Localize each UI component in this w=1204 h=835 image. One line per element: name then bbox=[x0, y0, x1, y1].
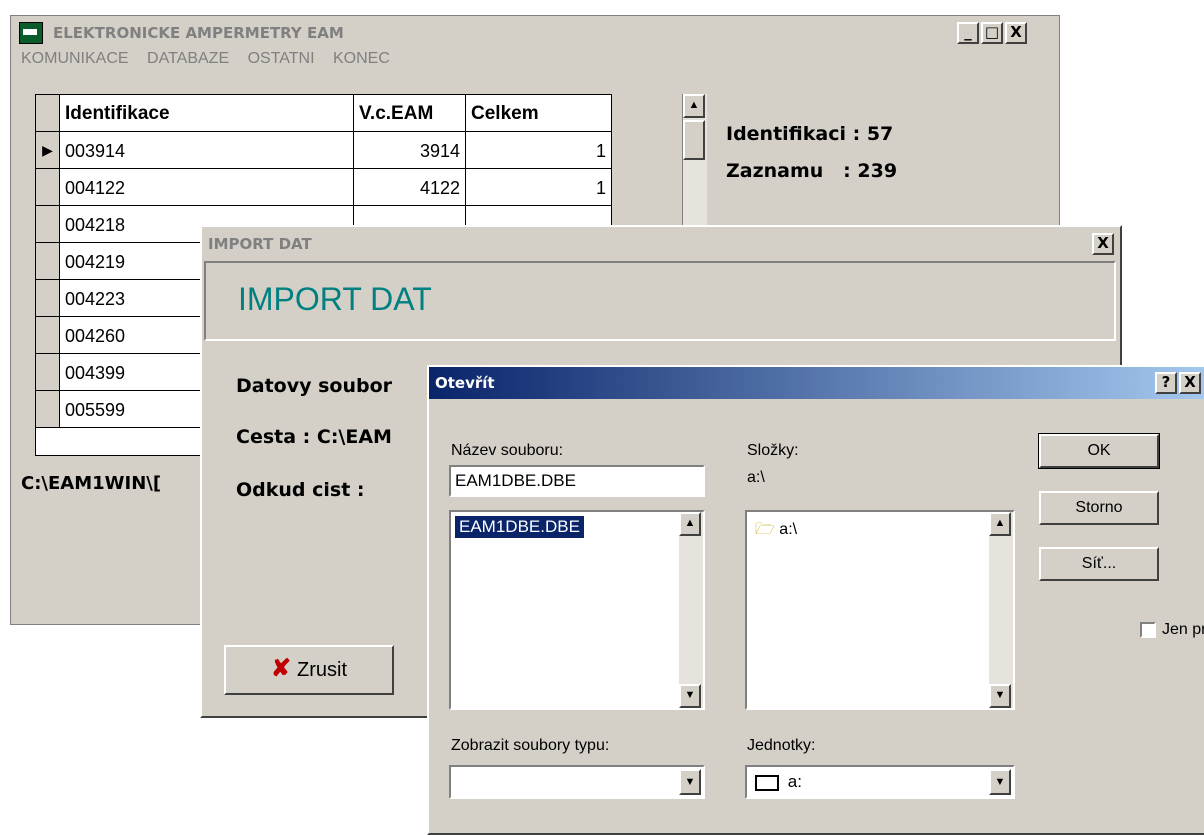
chevron-down-icon[interactable]: ▼ bbox=[679, 769, 701, 795]
cell-identifikace[interactable]: 004122 bbox=[60, 169, 354, 205]
row-indicator bbox=[36, 206, 60, 242]
x-icon: ✘ bbox=[270, 655, 292, 682]
file-type-label: Zobrazit soubory typu: bbox=[451, 737, 610, 754]
grid-header-row: Identifikace V.c.EAM Celkem bbox=[36, 95, 611, 132]
scroll-up-arrow-icon[interactable]: ▲ bbox=[683, 94, 705, 118]
ok-button[interactable]: OK bbox=[1038, 433, 1160, 469]
column-header-vc-eam[interactable]: V.c.EAM bbox=[354, 95, 466, 131]
cell-vc-eam[interactable]: 3914 bbox=[354, 132, 466, 168]
menu-ostatni[interactable]: OSTATNI bbox=[248, 50, 315, 67]
drive-select[interactable]: a: ▼ bbox=[745, 765, 1015, 799]
row-indicator bbox=[36, 280, 60, 316]
row-indicator bbox=[36, 243, 60, 279]
readonly-checkbox[interactable] bbox=[1140, 622, 1156, 638]
file-name-input[interactable]: EAM1DBE.DBE bbox=[449, 465, 705, 497]
folder-list-item[interactable]: 🗁 a:\ bbox=[755, 518, 797, 545]
storno-button[interactable]: Storno bbox=[1039, 491, 1159, 525]
floppy-drive-icon bbox=[755, 774, 779, 791]
open-dialog-title: Otevřít bbox=[435, 374, 495, 392]
cell-celkem[interactable]: 1 bbox=[466, 169, 611, 205]
main-title-bar[interactable]: ELEKTRONICKE AMPERMETRY EAM _ □ X bbox=[11, 16, 1059, 48]
scroll-thumb[interactable] bbox=[683, 120, 705, 160]
menu-konec[interactable]: KONEC bbox=[333, 50, 390, 67]
readonly-label[interactable]: Jen pro čtení bbox=[1162, 621, 1204, 639]
help-button[interactable]: ? bbox=[1155, 372, 1177, 394]
import-dialog-title: IMPORT DAT bbox=[208, 235, 312, 253]
menu-databaze[interactable]: DATABAZE bbox=[147, 50, 229, 67]
source-label: Odkud cist : bbox=[236, 479, 365, 501]
open-file-dialog: Otevřít ? X Název souboru: EAM1DBE.DBE E… bbox=[427, 365, 1204, 835]
scroll-up-arrow-icon[interactable]: ▲ bbox=[679, 512, 701, 536]
drive-value: a: bbox=[787, 772, 802, 791]
scroll-down-arrow-icon[interactable]: ▼ bbox=[679, 684, 701, 708]
cell-celkem[interactable]: 1 bbox=[466, 132, 611, 168]
cell-identifikace[interactable]: 003914 bbox=[60, 132, 354, 168]
cell-vc-eam[interactable]: 4122 bbox=[354, 169, 466, 205]
file-list-scrollbar[interactable]: ▲ ▼ bbox=[679, 512, 703, 708]
current-row-indicator-icon: ▶ bbox=[36, 132, 60, 168]
row-indicator bbox=[36, 317, 60, 353]
row-indicator bbox=[36, 95, 60, 131]
scroll-down-arrow-icon[interactable]: ▼ bbox=[989, 684, 1011, 708]
menu-bar: KOMUNIKACE DATABAZE OSTATNI KONEC bbox=[21, 50, 404, 68]
table-row[interactable]: ▶ 003914 3914 1 bbox=[36, 132, 611, 169]
identification-count: Identifikaci : 57 bbox=[726, 123, 894, 145]
close-button[interactable]: X bbox=[1005, 22, 1027, 44]
import-heading: IMPORT DAT bbox=[238, 281, 432, 317]
file-name-label: Název souboru: bbox=[451, 442, 564, 459]
import-title-bar[interactable]: IMPORT DAT X bbox=[202, 227, 1120, 259]
column-header-identifikace[interactable]: Identifikace bbox=[60, 95, 354, 131]
minimize-button[interactable]: _ bbox=[957, 22, 979, 44]
zrusit-button[interactable]: ✘ Zrusit bbox=[224, 645, 394, 695]
menu-komunikace[interactable]: KOMUNIKACE bbox=[21, 50, 129, 67]
open-title-bar[interactable]: Otevřít ? X bbox=[429, 367, 1204, 399]
drives-label: Jednotky: bbox=[747, 737, 816, 754]
folder-item-label: a:\ bbox=[779, 521, 798, 538]
import-heading-panel: IMPORT DAT bbox=[204, 261, 1116, 341]
current-folder-path: a:\ bbox=[747, 469, 765, 486]
row-indicator bbox=[36, 169, 60, 205]
chevron-down-icon[interactable]: ▼ bbox=[989, 769, 1011, 795]
file-list-item[interactable]: EAM1DBE.DBE bbox=[455, 516, 584, 538]
network-button[interactable]: Síť... bbox=[1039, 547, 1159, 581]
import-close-button[interactable]: X bbox=[1092, 233, 1114, 255]
scroll-up-arrow-icon[interactable]: ▲ bbox=[989, 512, 1011, 536]
open-close-button[interactable]: X bbox=[1179, 372, 1201, 394]
file-list[interactable]: EAM1DBE.DBE ▲ ▼ bbox=[449, 510, 705, 710]
folders-label: Složky: bbox=[747, 442, 799, 459]
folder-list[interactable]: 🗁 a:\ ▲ ▼ bbox=[745, 510, 1015, 710]
zrusit-button-label: Zrusit bbox=[297, 659, 348, 681]
maximize-button[interactable]: □ bbox=[981, 22, 1003, 44]
path-label: Cesta : C:\EAM bbox=[236, 426, 392, 448]
main-window-title: ELEKTRONICKE AMPERMETRY EAM bbox=[53, 24, 344, 42]
table-row[interactable]: 004122 4122 1 bbox=[36, 169, 611, 206]
row-indicator bbox=[36, 354, 60, 390]
data-file-label: Datovy soubor bbox=[236, 375, 393, 397]
open-folder-icon: 🗁 bbox=[755, 521, 775, 538]
folder-list-scrollbar[interactable]: ▲ ▼ bbox=[989, 512, 1013, 708]
data-path-label: C:\EAM1WIN\[ bbox=[21, 473, 162, 494]
app-icon bbox=[19, 22, 43, 44]
record-count: Zaznamu : 239 bbox=[726, 160, 898, 182]
file-type-select[interactable]: ▼ bbox=[449, 765, 705, 799]
row-indicator bbox=[36, 391, 60, 427]
column-header-celkem[interactable]: Celkem bbox=[466, 95, 611, 131]
